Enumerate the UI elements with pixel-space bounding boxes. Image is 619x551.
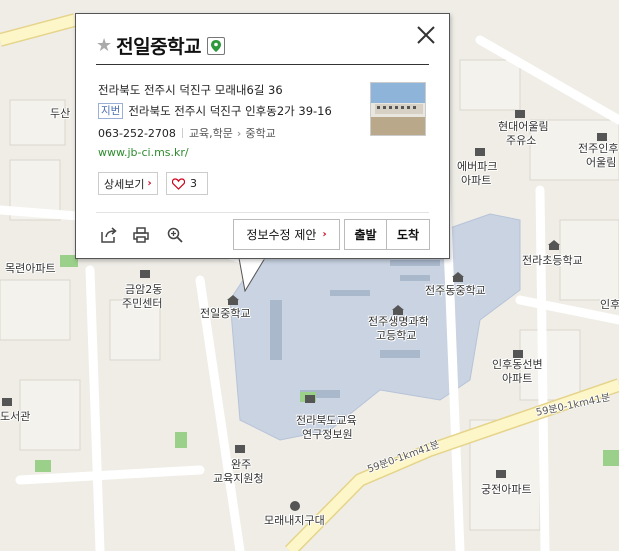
map-label-wanju-1[interactable]: 완주 <box>231 458 251 472</box>
print-icon[interactable] <box>132 226 150 244</box>
map-label-jeonil[interactable]: 전일중학교 <box>200 307 251 321</box>
chevron-right-icon: › <box>147 178 152 189</box>
arrive-label: 도착 <box>396 228 420 242</box>
suggest-edit-label: 정보수정 제안 <box>246 228 317 242</box>
map-label-moraenae[interactable]: 모래내지구대 <box>264 514 325 528</box>
detail-view-label: 상세보기 <box>104 177 145 191</box>
map-label-geumam-1[interactable]: 금암2동 <box>125 283 162 297</box>
phone-number: 063-252-2708 <box>98 126 176 140</box>
category-child: 중학교 <box>245 127 276 140</box>
map-label-jeonju-in-2[interactable]: 어울림 <box>586 156 616 170</box>
place-info-popup: ★ 전일중학교 전라북도 전주시 덕진구 모래내6길 36 지번 전라북도 전주… <box>75 13 450 259</box>
map-label-saengmyeong-2[interactable]: 고등학교 <box>376 329 416 343</box>
chevron-right-icon: › <box>322 229 327 240</box>
tools-divider <box>96 212 429 213</box>
map-label-edu-2[interactable]: 연구정보원 <box>302 428 353 442</box>
map-label-mokgeon[interactable]: 목련아파트 <box>5 262 56 276</box>
map-label-everpark-1[interactable]: 에버파크 <box>457 160 497 174</box>
close-icon[interactable] <box>415 24 437 46</box>
map-label-jeonju-in-1[interactable]: 전주인후 <box>578 142 618 156</box>
depart-button[interactable]: 출발 <box>344 219 387 250</box>
road-address: 전라북도 전주시 덕진구 모래내6길 36 <box>98 83 283 97</box>
like-button[interactable]: 3 <box>166 172 208 195</box>
info-line: 063-252-2708 교육,학문 › 중학교 <box>98 125 276 141</box>
map-label-inhu-seonbyeon-1[interactable]: 인후동선변 <box>492 358 543 372</box>
verified-pin-icon <box>207 36 226 55</box>
divider <box>181 128 183 138</box>
depart-label: 출발 <box>354 228 377 242</box>
map-label-geumam-2[interactable]: 주민센터 <box>122 297 162 311</box>
place-title[interactable]: 전일중학교 <box>116 32 201 59</box>
map-label-inhu-edge[interactable]: 인후 <box>600 298 619 312</box>
map-label-hyundai-2[interactable]: 주유소 <box>506 134 536 148</box>
like-count: 3 <box>190 177 197 190</box>
jibun-address-row: 지번 전라북도 전주시 덕진구 인후동2가 39-16 <box>98 103 332 119</box>
map-label-dusan[interactable]: 두산 <box>50 107 70 121</box>
map-label-jeonju-dong-middle[interactable]: 전주동중학교 <box>425 284 486 298</box>
arrive-button[interactable]: 도착 <box>386 219 430 250</box>
map-label-jeolla-elem[interactable]: 전라초등학교 <box>522 254 583 268</box>
map-label-edu-1[interactable]: 전라북도교육 <box>296 414 357 428</box>
map-label-everpark-2[interactable]: 아파트 <box>461 174 491 188</box>
map-label-saengmyeong-1[interactable]: 전주생명과학 <box>368 315 429 329</box>
jibun-tag: 지번 <box>98 103 124 119</box>
favorite-star-icon[interactable]: ★ <box>96 35 112 56</box>
place-thumbnail[interactable] <box>370 82 426 136</box>
suggest-edit-button[interactable]: 정보수정 제안 › <box>233 219 340 250</box>
map-label-wanju-2[interactable]: 교육지원청 <box>213 472 264 486</box>
map-label-gunggeon[interactable]: 궁전아파트 <box>481 483 532 497</box>
jibun-address: 전라북도 전주시 덕진구 인후동2가 39-16 <box>128 104 332 118</box>
heart-icon <box>172 177 185 190</box>
detail-view-button[interactable]: 상세보기 › <box>98 172 158 195</box>
share-icon[interactable] <box>100 226 118 244</box>
chevron-right-icon: › <box>236 126 242 140</box>
map-label-library[interactable]: 도서관 <box>0 410 30 424</box>
map-label-inhu-seonbyeon-2[interactable]: 아파트 <box>502 372 532 386</box>
map-label-hyundai-1[interactable]: 현대어울림 <box>498 120 549 134</box>
homepage-link[interactable]: www.jb-ci.ms.kr/ <box>98 146 189 159</box>
zoom-in-icon[interactable] <box>166 226 184 244</box>
popup-pointer <box>238 258 266 292</box>
category-parent: 교육,학문 <box>188 127 233 140</box>
title-divider <box>96 64 429 65</box>
